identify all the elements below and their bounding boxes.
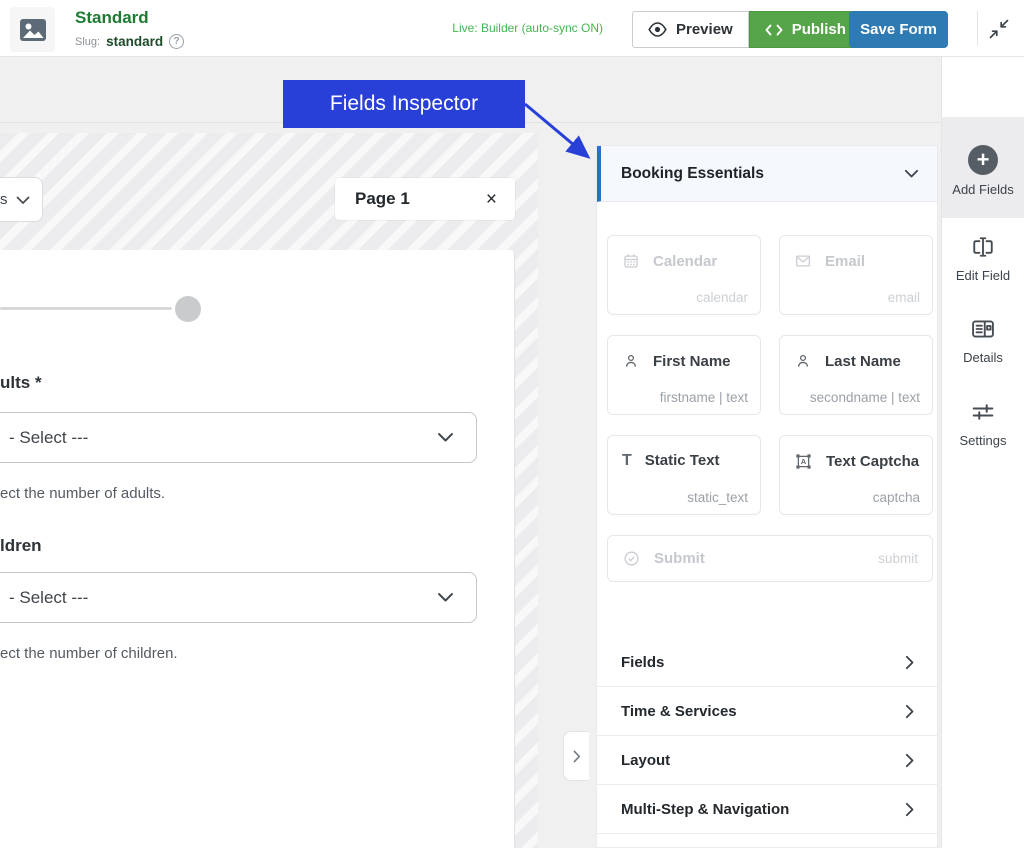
sidebar-item-add-fields[interactable]: + Add Fields (942, 145, 1024, 197)
adults-select-value: - Select --- (9, 428, 437, 448)
field-card-text-captcha[interactable]: A Text Captcha captcha (779, 435, 933, 515)
field-card-sub: captcha (873, 490, 920, 505)
form-slug: Slug: standard ? (75, 34, 184, 49)
fields-inspector-panel: Booking Essentials Calendar calendar Ema… (596, 145, 938, 848)
field-card-static-text[interactable]: T Static Text static_text (607, 435, 761, 515)
live-status: Live: Builder (auto-sync ON) (443, 21, 603, 35)
field-card-last-name[interactable]: Last Name secondname | text (779, 335, 933, 415)
app-header: Standard Slug: standard ? Live: Builder … (0, 0, 1024, 57)
chevron-right-icon (905, 704, 915, 719)
inspector-collapse-handle[interactable] (563, 731, 589, 781)
field-card-submit: Submit submit (607, 535, 933, 582)
field-card-label: Static Text (645, 452, 720, 469)
form-thumbnail (10, 7, 55, 52)
form-title: Standard (75, 8, 149, 28)
svg-text:A: A (801, 457, 807, 466)
chevron-down-icon (16, 196, 30, 205)
captcha-icon: A (794, 452, 813, 471)
header-divider (977, 11, 978, 46)
sidebar-item-edit-field[interactable]: Edit Field (942, 233, 1024, 283)
field-card-label: Email (825, 253, 865, 270)
field-card-email: Email email (779, 235, 933, 315)
publish-button[interactable]: Publish (749, 11, 862, 48)
chevron-right-icon (573, 750, 581, 763)
edit-field-icon (968, 233, 998, 261)
field-card-sub: submit (878, 551, 918, 566)
sidebar-item-settings[interactable]: Settings (942, 398, 1024, 448)
section-multi-step[interactable]: Multi-Step & Navigation (597, 785, 937, 834)
code-icon (765, 23, 783, 37)
chevron-down-icon (437, 592, 454, 603)
children-select[interactable]: - Select --- (0, 572, 477, 623)
field-card-label: Text Captcha (826, 453, 919, 470)
page-tab-label: Page 1 (355, 189, 410, 209)
save-form-button[interactable]: Save Form (849, 11, 948, 48)
field-card-sub: firstname | text (660, 390, 748, 405)
slider-track (0, 307, 172, 310)
field-card-label: Calendar (653, 253, 717, 270)
fields-inspector-callout: Fields Inspector (283, 80, 525, 128)
adults-field-label: ults * (0, 373, 42, 393)
page-selector-fragment: s (0, 191, 8, 208)
slug-label: Slug: (75, 36, 100, 48)
field-category-list: Fields Time & Services Layout Multi-Step… (597, 638, 937, 834)
chevron-right-icon (905, 655, 915, 670)
children-select-value: - Select --- (9, 588, 437, 608)
builder-sidebar: + Add Fields Edit Field Details Settings (941, 57, 1024, 848)
children-field-label: ldren (0, 536, 42, 556)
children-helper-text: ect the number of children. (0, 645, 178, 662)
adults-helper-text: ect the number of adults. (0, 485, 165, 502)
form-preview-panel: ults * - Select --- ect the number of ad… (0, 250, 515, 848)
collapse-icon[interactable] (986, 16, 1012, 42)
field-card-sub: static_text (687, 490, 748, 505)
booking-essentials-header[interactable]: Booking Essentials (597, 146, 937, 202)
field-card-sub: calendar (696, 290, 748, 305)
details-icon (968, 315, 998, 343)
chevron-right-icon (905, 802, 915, 817)
field-cards-grid: Calendar calendar Email email First Name… (607, 235, 931, 582)
image-icon (19, 18, 47, 42)
chevron-down-icon (437, 432, 454, 443)
check-circle-icon (622, 549, 641, 568)
eye-icon (648, 22, 667, 37)
section-fields[interactable]: Fields (597, 638, 937, 687)
close-icon[interactable]: × (486, 190, 497, 209)
sidebar-item-details[interactable]: Details (942, 315, 1024, 365)
field-card-label: First Name (653, 353, 731, 370)
slider-handle[interactable] (175, 296, 201, 322)
page-selector-dropdown[interactable]: s (0, 177, 43, 222)
plus-circle-icon: + (968, 145, 998, 175)
chevron-down-icon (904, 169, 919, 179)
slug-value: standard (106, 34, 163, 49)
person-icon (794, 352, 812, 370)
adults-select[interactable]: - Select --- (0, 412, 477, 463)
calendar-icon (622, 252, 640, 270)
field-card-label: Submit (654, 550, 705, 567)
person-icon (622, 352, 640, 370)
preview-label: Preview (676, 21, 733, 38)
field-card-calendar: Calendar calendar (607, 235, 761, 315)
section-layout[interactable]: Layout (597, 736, 937, 785)
group-title: Booking Essentials (621, 165, 764, 183)
callout-label: Fields Inspector (330, 92, 478, 116)
preview-button[interactable]: Preview (632, 11, 749, 48)
field-card-label: Last Name (825, 353, 901, 370)
field-card-sub: email (888, 290, 920, 305)
help-icon[interactable]: ? (169, 34, 184, 49)
field-card-first-name[interactable]: First Name firstname | text (607, 335, 761, 415)
preview-publish-group: Preview Publish (632, 11, 862, 48)
chevron-right-icon (905, 753, 915, 768)
email-icon (794, 252, 812, 270)
text-icon: T (622, 453, 632, 469)
section-time-services[interactable]: Time & Services (597, 687, 937, 736)
page-tab[interactable]: Page 1 × (335, 178, 515, 220)
field-card-sub: secondname | text (810, 390, 920, 405)
settings-sliders-icon (968, 398, 998, 426)
publish-label: Publish (792, 21, 846, 38)
